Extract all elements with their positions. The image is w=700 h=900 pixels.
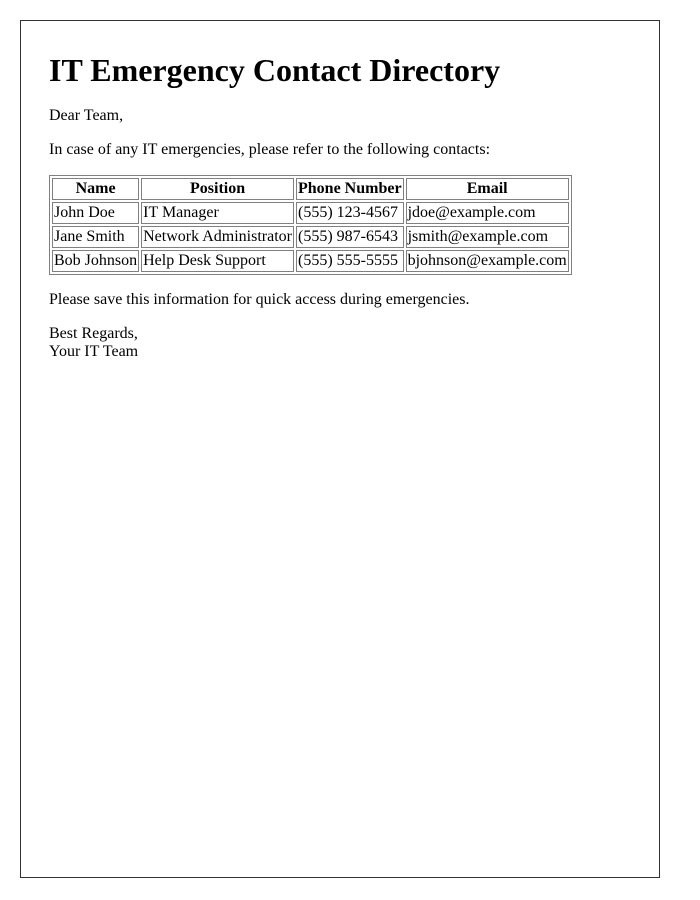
- table-row: Bob Johnson Help Desk Support (555) 555-…: [52, 250, 569, 272]
- cell-phone: (555) 555-5555: [296, 250, 404, 272]
- closing-note: Please save this information for quick a…: [49, 291, 470, 308]
- cell-name: Jane Smith: [52, 226, 140, 248]
- contact-table: Name Position Phone Number Email John Do…: [49, 175, 572, 275]
- signoff-team: Your IT Team: [49, 343, 139, 360]
- cell-name: Bob Johnson: [52, 250, 140, 272]
- greeting: Dear Team,: [49, 107, 124, 124]
- cell-position: Network Administrator: [141, 226, 294, 248]
- cell-phone: (555) 123-4567: [296, 202, 404, 224]
- column-header-email: Email: [405, 178, 569, 200]
- table-row: John Doe IT Manager (555) 123-4567 jdoe@…: [52, 202, 569, 224]
- table-header-row: Name Position Phone Number Email: [52, 178, 569, 200]
- cell-name: John Doe: [52, 202, 140, 224]
- column-header-phone: Phone Number: [296, 178, 404, 200]
- cell-position: Help Desk Support: [141, 250, 294, 272]
- cell-email: jdoe@example.com: [405, 202, 569, 224]
- column-header-name: Name: [52, 178, 140, 200]
- column-header-position: Position: [141, 178, 294, 200]
- intro-paragraph: In case of any IT emergencies, please re…: [49, 141, 491, 158]
- cell-phone: (555) 987-6543: [296, 226, 404, 248]
- table-row: Jane Smith Network Administrator (555) 9…: [52, 226, 569, 248]
- letter-page: IT Emergency Contact Directory Dear Team…: [20, 20, 660, 878]
- cell-email: bjohnson@example.com: [405, 250, 569, 272]
- signoff-regards: Best Regards,: [49, 325, 138, 342]
- page-title: IT Emergency Contact Directory: [49, 52, 501, 88]
- cell-email: jsmith@example.com: [405, 226, 569, 248]
- cell-position: IT Manager: [141, 202, 294, 224]
- signoff: Best Regards, Your IT Team: [49, 325, 631, 361]
